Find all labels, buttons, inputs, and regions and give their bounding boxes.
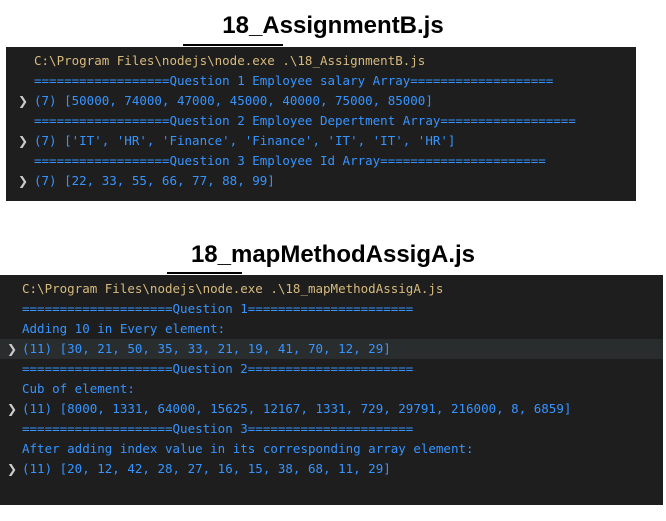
array-output-row[interactable]: ❯ (11) [30, 21, 50, 35, 33, 21, 19, 41, … (0, 339, 663, 359)
separator-text: ==================Question 2 Employee De… (34, 113, 576, 128)
array-output-text: (11) [8000, 1331, 64000, 15625, 12167, 1… (22, 401, 572, 416)
array-output-row[interactable]: ❯ (7) [50000, 74000, 47000, 45000, 40000… (6, 91, 636, 111)
separator-line: ==================Question 2 Employee De… (6, 111, 636, 131)
heading-underline (183, 44, 283, 46)
log-message: Adding 10 in Every element: (0, 319, 663, 339)
heading-map-method-assig-a: 18_mapMethodAssigA.js (190, 241, 476, 268)
chevron-right-icon[interactable]: ❯ (16, 131, 30, 151)
separator-line: ====================Question 3==========… (0, 419, 663, 439)
command-line: C:\Program Files\nodejs\node.exe .\18_As… (6, 51, 636, 71)
separator-line: ====================Question 1==========… (0, 299, 663, 319)
command-text: C:\Program Files\nodejs\node.exe .\18_ma… (22, 281, 444, 296)
log-message-text: Adding 10 in Every element: (22, 321, 226, 336)
chevron-right-icon[interactable]: ❯ (5, 459, 19, 479)
command-line: C:\Program Files\nodejs\node.exe .\18_ma… (0, 279, 663, 299)
array-output-text: (7) ['IT', 'HR', 'Finance', 'Finance', '… (34, 133, 456, 148)
chevron-right-icon[interactable]: ❯ (16, 171, 30, 191)
separator-line: ==================Question 3 Employee Id… (6, 151, 636, 171)
terminal-output-map-method: C:\Program Files\nodejs\node.exe .\18_ma… (0, 275, 663, 505)
command-text: C:\Program Files\nodejs\node.exe .\18_As… (34, 53, 426, 68)
separator-line: ====================Question 2==========… (0, 359, 663, 379)
heading-underline (167, 272, 242, 274)
log-message-text: After adding index value in its correspo… (22, 441, 474, 456)
separator-line: ==================Question 1 Employee sa… (6, 71, 636, 91)
array-output-text: (11) [30, 21, 50, 35, 33, 21, 19, 41, 70… (22, 341, 391, 356)
array-output-text: (7) [50000, 74000, 47000, 45000, 40000, … (34, 93, 433, 108)
array-output-row[interactable]: ❯ (11) [20, 12, 42, 28, 27, 16, 15, 38, … (0, 459, 663, 479)
separator-text: ====================Question 3==========… (22, 421, 414, 436)
chevron-right-icon[interactable]: ❯ (16, 91, 30, 111)
separator-text: ==================Question 1 Employee sa… (34, 73, 554, 88)
array-output-text: (11) [20, 12, 42, 28, 27, 16, 15, 38, 68… (22, 461, 391, 476)
chevron-right-icon[interactable]: ❯ (5, 399, 19, 419)
array-output-row[interactable]: ❯ (7) ['IT', 'HR', 'Finance', 'Finance',… (6, 131, 636, 151)
separator-text: ====================Question 1==========… (22, 301, 414, 316)
log-message: After adding index value in its correspo… (0, 439, 663, 459)
heading-assignment-b: 18_AssignmentB.js (222, 12, 444, 39)
array-output-text: (7) [22, 33, 55, 66, 77, 88, 99] (34, 173, 275, 188)
terminal-output-assignment-b: C:\Program Files\nodejs\node.exe .\18_As… (6, 47, 636, 201)
log-message: Cub of element: (0, 379, 663, 399)
array-output-row[interactable]: ❯ (7) [22, 33, 55, 66, 77, 88, 99] (6, 171, 636, 191)
chevron-right-icon[interactable]: ❯ (5, 339, 19, 359)
log-message-text: Cub of element: (22, 381, 135, 396)
separator-text: ==================Question 3 Employee Id… (34, 153, 546, 168)
separator-text: ====================Question 2==========… (22, 361, 414, 376)
array-output-row[interactable]: ❯ (11) [8000, 1331, 64000, 15625, 12167,… (0, 399, 663, 419)
